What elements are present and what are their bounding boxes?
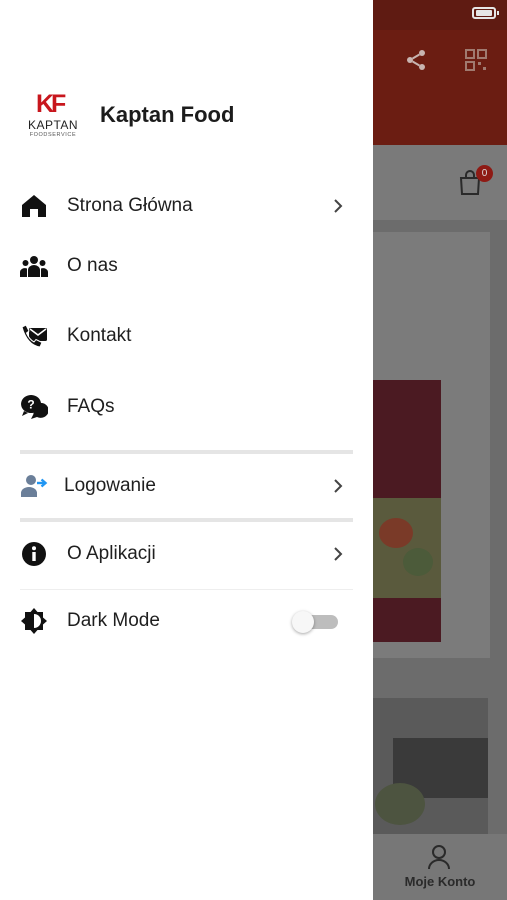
menu-item-label: O nas	[67, 255, 118, 276]
menu-item-contact[interactable]: Kontakt	[0, 311, 373, 361]
svg-text:?: ?	[27, 398, 34, 412]
menu-item-label: Dark Mode	[67, 610, 160, 631]
section-divider	[20, 518, 353, 522]
home-icon	[22, 195, 46, 217]
banner-image	[373, 698, 488, 834]
battery-icon	[472, 7, 499, 19]
menu-item-label: Kontakt	[67, 325, 132, 346]
share-icon[interactable]	[404, 48, 428, 72]
qr-code-icon[interactable]	[464, 48, 488, 72]
faq-icon: ?	[21, 395, 48, 419]
users-icon	[20, 256, 48, 277]
brightness-icon	[21, 608, 47, 634]
menu-item-faqs[interactable]: ? FAQs	[0, 382, 373, 432]
contact-icon	[21, 324, 47, 348]
chevron-right-icon	[334, 479, 343, 493]
chevron-right-icon	[334, 199, 343, 213]
account-icon[interactable]	[427, 844, 451, 870]
menu-item-login[interactable]: Logowanie	[0, 461, 373, 511]
menu-item-home[interactable]: Strona Główna	[0, 181, 373, 231]
menu-item-about-app[interactable]: O Aplikacji	[0, 529, 373, 579]
menu-item-label: O Aplikacji	[67, 543, 156, 564]
menu-item-about-us[interactable]: O nas	[0, 241, 373, 291]
bottom-nav-account-label[interactable]: Moje Konto	[373, 874, 507, 889]
user-login-icon	[21, 475, 48, 497]
brand-name: Kaptan Food	[100, 102, 235, 127]
item-divider	[20, 589, 353, 590]
dark-mode-toggle[interactable]	[292, 611, 338, 633]
cart-bar	[373, 145, 507, 220]
section-divider	[20, 450, 353, 454]
logo-mark: KF	[36, 90, 66, 118]
info-icon	[22, 542, 46, 566]
menu-item-label: Strona Główna	[67, 195, 193, 216]
toggle-knob	[292, 611, 314, 633]
cart-count-badge: 0	[476, 165, 493, 182]
menu-item-label: FAQs	[67, 396, 115, 417]
logo-subtitle: FOODSERVICE	[29, 132, 77, 138]
product-image	[373, 380, 441, 642]
logo-word: KAPTAN	[27, 118, 79, 132]
chevron-right-icon	[334, 547, 343, 561]
kaptan-logo: KF KAPTAN FOODSERVICE	[22, 90, 84, 142]
menu-item-label: Logowanie	[64, 475, 156, 496]
navigation-drawer: KF KAPTAN FOODSERVICE Kaptan Food Strona…	[0, 0, 373, 900]
